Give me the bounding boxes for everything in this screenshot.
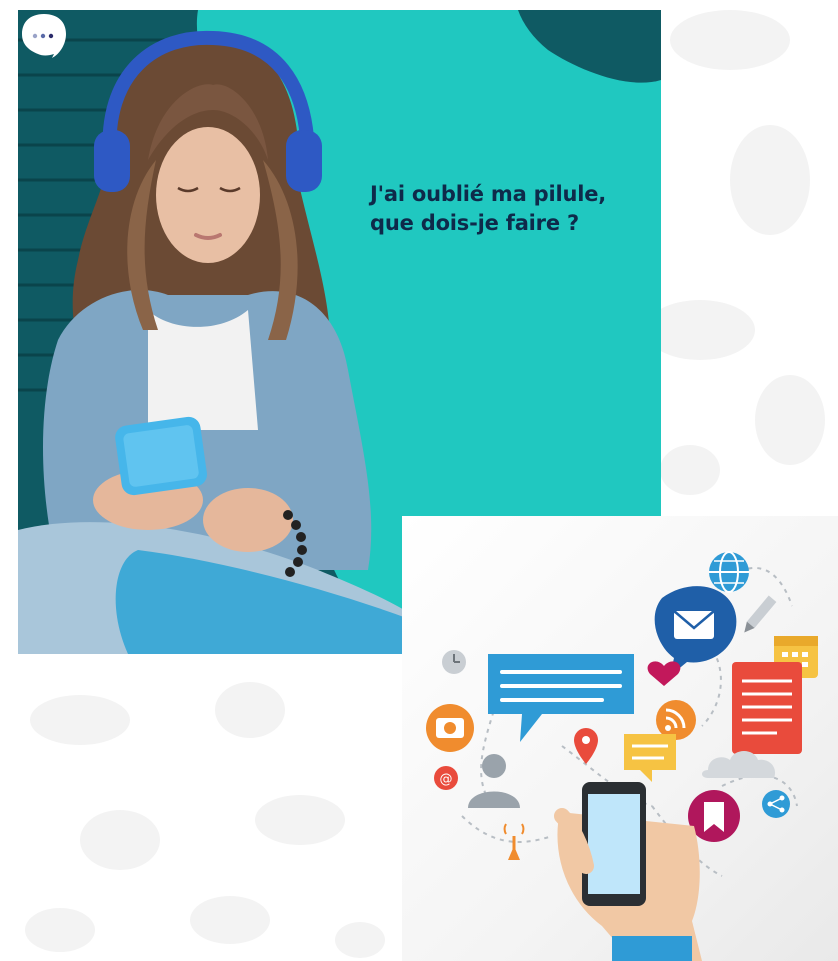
document-icon <box>732 662 802 754</box>
chat-bubble-small-icon <box>624 734 676 782</box>
smartphone <box>115 416 207 496</box>
chat-bubble-icon <box>488 654 634 742</box>
social-illustration-card: @ <box>402 516 838 961</box>
clock-icon <box>442 650 466 674</box>
globe-icon <box>709 551 749 593</box>
headline: J'ai oublié ma pilule, que dois-je faire… <box>370 180 606 238</box>
social-illustration: @ <box>426 551 818 961</box>
pencil-icon <box>744 595 777 633</box>
heart-icon <box>647 661 681 686</box>
smartphone-icon <box>582 782 646 906</box>
user-icon <box>468 754 520 808</box>
camera-icon <box>426 704 474 752</box>
svg-text:@: @ <box>440 772 453 787</box>
share-icon <box>762 790 790 818</box>
headline-line-1: J'ai oublié ma pilule, <box>370 182 607 206</box>
chat-bubble-dots-icon <box>22 14 66 58</box>
cloud-icon <box>702 751 776 778</box>
mail-icon <box>654 586 737 676</box>
at-sign-icon: @ <box>434 766 458 790</box>
headline-line-2: que dois-je faire ? <box>370 211 579 235</box>
